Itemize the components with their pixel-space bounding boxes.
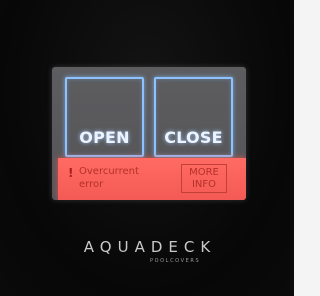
open-button-label: OPEN [79,128,130,147]
error-message-line-1: Overcurrent [79,166,139,177]
open-button[interactable]: OPEN [65,77,144,157]
control-panel: OPEN CLOSE ! Overcurrent error MORE INFO… [0,0,294,296]
more-info-line-2: INFO [191,179,217,190]
close-button[interactable]: CLOSE [154,77,233,157]
error-banner: ! Overcurrent error MORE INFO [58,158,246,200]
brand-logo: AQUADECK [83,238,217,256]
error-message: Overcurrent error [79,165,169,191]
brand-tagline: POOLCOVERS [150,258,201,264]
close-button-label: CLOSE [164,128,223,147]
touch-screen: OPEN CLOSE ! Overcurrent error MORE INFO [52,67,246,200]
error-message-line-2: error [79,179,104,190]
more-info-button[interactable]: MORE INFO [181,164,227,193]
more-info-line-1: MORE [189,167,219,178]
exclamation-icon: ! [68,166,74,180]
